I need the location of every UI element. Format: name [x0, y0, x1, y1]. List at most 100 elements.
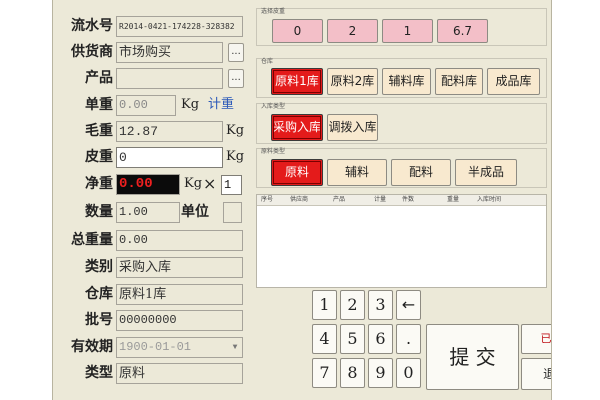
product-field[interactable]	[116, 68, 223, 89]
net-label: 净重	[85, 176, 113, 192]
tare-row: 皮重 0 Kg	[53, 145, 249, 169]
stock-in-type-group: 入库类型 采购入库 调拨入库	[256, 103, 547, 144]
tare-option-1[interactable]: 1	[382, 19, 433, 43]
tare-field[interactable]: 0	[116, 147, 223, 168]
material-type-title: 原料类型	[261, 148, 286, 155]
warehouse-row: 仓库 原料1库	[53, 282, 249, 306]
key-4[interactable]: 4	[312, 324, 337, 354]
unit-weight-row: 单重 0.00 Kg 计重	[53, 93, 249, 117]
expiry-value: 1900-01-01	[119, 340, 192, 354]
warehouse-option-mix[interactable]: 配料库	[435, 68, 483, 95]
col-time[interactable]: 入库时间	[477, 195, 501, 205]
in-type-purchase[interactable]: 采购入库	[271, 114, 323, 141]
entry-form: 流水号 R2014-0421-174228-328382 供货商 市场购买 ..…	[53, 0, 249, 400]
table-header: 序号 供应商 产品 计量 件数 重量 入库时间	[257, 195, 546, 206]
tare-unit: Kg	[226, 149, 245, 164]
supplier-field[interactable]: 市场购买	[116, 42, 223, 63]
key-8[interactable]: 8	[340, 358, 365, 388]
exit-button[interactable]: 退 出	[521, 358, 551, 390]
multiplier-input[interactable]: 1	[221, 175, 242, 195]
warehouse-option-raw1[interactable]: 原料1库	[271, 68, 323, 95]
material-option-semi[interactable]: 半成品	[455, 159, 517, 186]
warehouse-option-finished[interactable]: 成品库	[487, 68, 540, 95]
material-option-aux[interactable]: 辅料	[327, 159, 387, 186]
unit-weight-unit: Kg	[181, 97, 200, 112]
col-weight[interactable]: 重量	[447, 195, 459, 205]
key-dot[interactable]: .	[396, 324, 421, 354]
gross-label: 毛重	[85, 123, 113, 139]
key-6[interactable]: 6	[368, 324, 393, 354]
gross-unit: Kg	[226, 123, 245, 138]
unit-weight-label: 单重	[85, 97, 113, 113]
submit-button[interactable]: 提 交	[426, 324, 519, 390]
key-1[interactable]: 1	[312, 290, 337, 320]
material-option-mix[interactable]: 配料	[391, 159, 451, 186]
warehouse-group: 仓库 原料1库 原料2库 辅料库 配料库 成品库	[256, 58, 547, 98]
closed-button[interactable]: 已关闭	[521, 324, 552, 354]
stock-in-type-title: 入库类型	[261, 103, 286, 110]
type-field: 原料	[116, 363, 243, 384]
warehouse-option-aux[interactable]: 辅料库	[382, 68, 431, 95]
warehouse-label: 仓库	[85, 286, 113, 302]
serial-label: 流水号	[71, 18, 113, 34]
product-browse-button[interactable]: ...	[228, 69, 244, 88]
col-supplier[interactable]: 供应商	[290, 195, 308, 205]
unit-field[interactable]	[223, 202, 242, 223]
col-product[interactable]: 产品	[333, 195, 345, 205]
category-field: 采购入库	[116, 257, 243, 278]
col-seq[interactable]: 序号	[261, 195, 273, 205]
warehouse-group-title: 仓库	[261, 58, 274, 65]
closed-label: 已关闭	[540, 332, 552, 345]
qty-row: 数量 1.00 单位	[53, 200, 249, 224]
batch-label: 批号	[85, 312, 113, 328]
qty-field[interactable]: 1.00	[116, 202, 180, 223]
net-unit: Kg	[184, 176, 203, 191]
supplier-label: 供货商	[71, 44, 113, 60]
warehouse-option-raw2[interactable]: 原料2库	[327, 68, 378, 95]
warehouse-field: 原料1库	[116, 284, 243, 305]
product-label: 产品	[85, 70, 113, 86]
key-2[interactable]: 2	[340, 290, 365, 320]
batch-field[interactable]: 00000000	[116, 310, 243, 331]
times-icon: ×	[203, 174, 217, 193]
chevron-down-icon[interactable]: ▼	[229, 339, 241, 356]
material-option-raw[interactable]: 原料	[271, 159, 323, 186]
expiry-select[interactable]: 1900-01-01 ▼	[116, 337, 243, 358]
qty-label: 数量	[85, 204, 113, 220]
supplier-row: 供货商 市场购买 ...	[53, 40, 249, 64]
total-label: 总重量	[71, 232, 113, 248]
unit-weight-field[interactable]: 0.00	[116, 95, 176, 116]
in-type-transfer[interactable]: 调拨入库	[327, 114, 378, 141]
product-row: 产品 ...	[53, 66, 249, 90]
net-row: 净重 0.00 Kg × 1	[53, 172, 249, 196]
gross-field: 12.87	[116, 121, 223, 142]
tare-option-6-7[interactable]: 6.7	[437, 19, 488, 43]
category-row: 类别 采购入库	[53, 255, 249, 279]
unit-label: 单位	[181, 204, 209, 220]
net-field: 0.00	[116, 174, 180, 195]
tare-option-0[interactable]: 0	[272, 19, 323, 43]
expiry-row: 有效期 1900-01-01 ▼	[53, 335, 249, 359]
weigh-link[interactable]: 计重	[208, 96, 234, 114]
col-pieces[interactable]: 件数	[402, 195, 414, 205]
backspace-icon[interactable]: ←	[396, 290, 421, 320]
batch-row: 批号 00000000	[53, 308, 249, 332]
tare-label: 皮重	[85, 149, 113, 165]
key-7[interactable]: 7	[312, 358, 337, 388]
category-label: 类别	[85, 259, 113, 275]
key-3[interactable]: 3	[368, 290, 393, 320]
supplier-browse-button[interactable]: ...	[228, 43, 244, 62]
key-5[interactable]: 5	[340, 324, 365, 354]
key-0[interactable]: 0	[396, 358, 421, 388]
gross-row: 毛重 12.87 Kg	[53, 119, 249, 143]
expiry-label: 有效期	[71, 339, 113, 355]
tare-select-title: 选择皮重	[261, 8, 286, 15]
total-row: 总重量 0.00	[53, 228, 249, 252]
stock-in-window: 流水号 R2014-0421-174228-328382 供货商 市场购买 ..…	[52, 0, 552, 400]
serial-field: R2014-0421-174228-328382	[116, 16, 243, 37]
tare-option-2[interactable]: 2	[327, 19, 378, 43]
col-measure[interactable]: 计量	[374, 195, 386, 205]
total-field: 0.00	[116, 230, 243, 251]
records-table[interactable]: 序号 供应商 产品 计量 件数 重量 入库时间	[256, 194, 547, 288]
key-9[interactable]: 9	[368, 358, 393, 388]
